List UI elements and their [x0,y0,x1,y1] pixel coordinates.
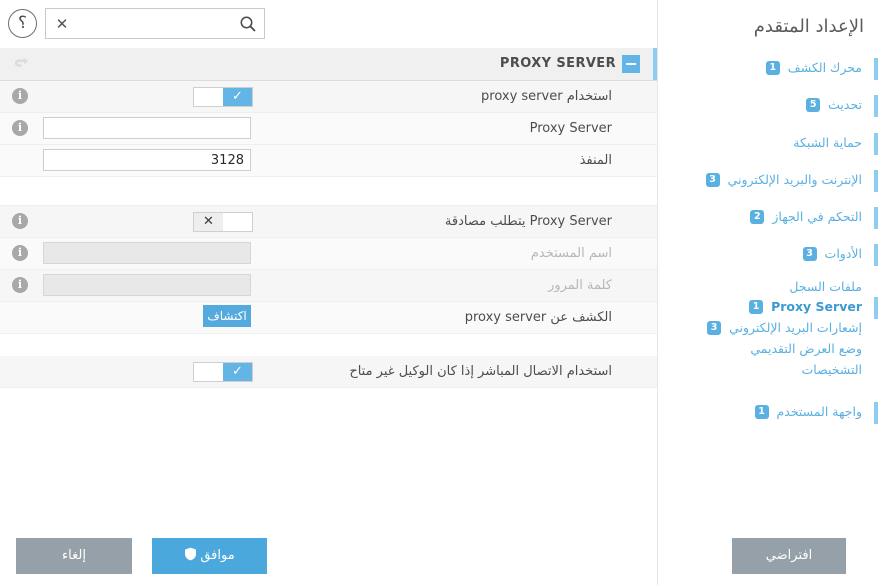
row-spacer [0,334,658,356]
table-row: الكشف عن proxy server اكتشاف [0,302,658,334]
table-row: i اسم المستخدم [0,238,658,270]
sidebar-item-label: وضع العرض التقديمي [750,341,862,356]
row-label: استخدام الاتصال المباشر إذا كان الوكيل غ… [349,364,612,379]
use-proxy-server-toggle[interactable]: ✓ [193,87,253,107]
sidebar-item-8[interactable]: Proxy Server 1 [658,297,878,319]
info-icon[interactable]: i [12,88,28,104]
sidebar-item-12[interactable]: واجهة المستخدم 1 [658,402,878,424]
sidebar-item-accent-bar [874,402,878,424]
sidebar-item-label: الإنترنت والبريد الإلكتروني [727,172,862,187]
redo-arrow-icon[interactable] [12,55,30,73]
settings-panel: PROXY SERVER i استخدام proxy server ✓ i … [0,48,658,585]
sidebar-item-accent-bar [874,244,878,266]
proxy-server-host-input[interactable] [43,117,251,139]
sidebar-item-badge: 2 [750,210,765,224]
row-label: كلمة المرور [548,278,612,293]
sidebar-item-label: التشخيصات [801,362,862,377]
sidebar-item-10[interactable]: وضع العرض التقديمي [658,339,878,361]
table-row: استخدام الاتصال المباشر إذا كان الوكيل غ… [0,356,658,388]
sidebar-item-label: تحديث [828,97,862,112]
info-icon[interactable]: i [12,245,28,261]
sidebar-title: الإعداد المتقدم [753,16,864,37]
panel-header: PROXY SERVER [0,48,658,81]
sidebar-item-badge: 1 [754,405,769,419]
password-input[interactable] [43,274,251,296]
table-row: i Proxy Server يتطلب مصادقة ✕ [0,206,658,238]
sidebar-item-label: واجهة المستخدم [776,404,862,419]
sidebar-item-accent-bar [874,95,878,117]
info-icon[interactable]: i [12,120,28,136]
sidebar-item-label: إشعارات البريد الإلكتروني [729,320,862,335]
sidebar-item-1[interactable]: محرك الكشف 1 [658,58,878,80]
shield-icon [184,540,197,576]
row-label: اسم المستخدم [530,246,612,261]
sidebar-item-label: حماية الشبكة [793,135,862,150]
info-icon[interactable]: i [12,277,28,293]
search-input[interactable] [74,12,238,37]
sidebar-item-6[interactable]: الأدوات 3 [658,244,878,266]
table-row: i كلمة المرور [0,270,658,302]
username-input[interactable] [43,242,251,264]
sidebar-item-accent-bar [874,133,878,155]
arabic-question-mark-icon[interactable]: ؟ [8,9,37,38]
proxy-port-input[interactable] [43,149,251,171]
sidebar-item-5[interactable]: التحكم في الجهاز 2 [658,207,878,229]
sidebar-item-accent-bar [874,170,878,192]
minus-icon[interactable] [622,55,640,73]
row-label: Proxy Server [529,121,612,136]
detect-proxy-button[interactable]: اكتشاف [203,305,251,327]
sidebar-item-badge: 3 [705,173,720,187]
sidebar-item-label: Proxy Server [771,299,862,314]
sidebar-item-badge: 3 [802,247,817,261]
proxy-requires-auth-toggle[interactable]: ✕ [193,212,253,232]
table-row: المنفذ [0,145,658,177]
row-label: استخدام proxy server [481,89,612,104]
sidebar-item-accent-bar [874,297,878,319]
sidebar-item-badge: 3 [707,321,722,335]
sidebar-item-accent-bar [874,58,878,80]
sidebar-item-badge: 1 [765,61,780,75]
sidebar-item-4[interactable]: الإنترنت والبريد الإلكتروني 3 [658,170,878,192]
search-icon[interactable] [239,15,257,33]
sidebar-item-7[interactable]: ملفات السجل [658,277,878,299]
cancel-button[interactable]: إلغاء [16,538,132,574]
cross-icon: ✕ [203,214,214,229]
ok-button-label: موافق [200,548,235,563]
table-row: i استخدام proxy server ✓ [0,81,658,113]
sidebar-item-11[interactable]: التشخيصات [658,360,878,382]
sidebar-item-accent-bar [874,207,878,229]
table-row: i Proxy Server [0,113,658,145]
check-icon: ✓ [232,89,243,104]
row-label: Proxy Server يتطلب مصادقة [444,214,612,229]
sidebar-item-9[interactable]: إشعارات البريد الإلكتروني 3 [658,318,878,340]
row-label: المنفذ [579,153,612,168]
row-label: الكشف عن proxy server [464,310,612,325]
page-title: PROXY SERVER [499,56,616,71]
sidebar-item-2[interactable]: تحديث 5 [658,95,878,117]
sidebar-item-3[interactable]: حماية الشبكة [658,133,878,155]
row-spacer [0,177,658,206]
search-box[interactable]: ✕ [45,8,265,39]
clear-search-icon[interactable]: ✕ [54,15,70,33]
direct-connection-toggle[interactable]: ✓ [193,362,253,382]
sidebar: الإعداد المتقدم محرك الكشف 1 تحديث 5 حماية ا… [658,0,878,585]
sidebar-item-label: الأدوات [824,246,862,261]
top-bar: ؟ ✕ [0,0,658,49]
sidebar-item-label: محرك الكشف [787,60,862,75]
ok-button[interactable]: موافق [152,538,267,574]
sidebar-item-badge: 5 [806,98,821,112]
sidebar-item-label: التحكم في الجهاز [772,209,862,224]
info-icon[interactable]: i [12,213,28,229]
check-icon: ✓ [232,364,243,379]
sidebar-item-label: ملفات السجل [789,279,862,294]
sidebar-item-badge: 1 [749,300,764,314]
default-button[interactable]: افتراضي [732,538,846,574]
